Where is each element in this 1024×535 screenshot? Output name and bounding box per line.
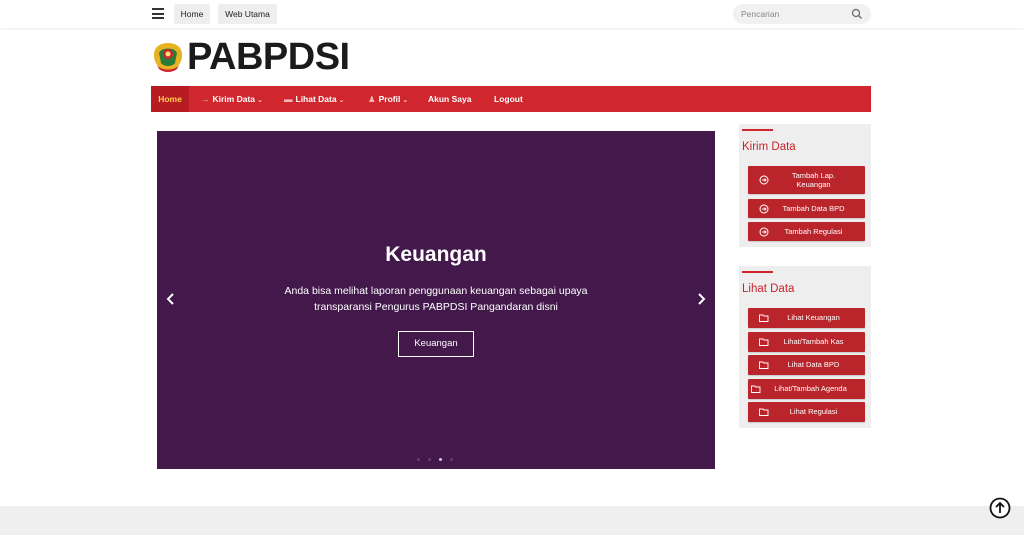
folder-open-icon	[759, 338, 769, 346]
nav-item-kirim-data[interactable]: → Kirim Data ⌄	[201, 86, 263, 112]
lihat-regulasi-button[interactable]: Lihat Regulasi	[748, 402, 865, 422]
button-label: Keuangan	[796, 180, 831, 189]
search-input[interactable]	[741, 7, 851, 21]
scroll-to-top-icon[interactable]	[989, 497, 1011, 519]
folder-icon: ▬	[284, 94, 293, 104]
chevron-left-icon[interactable]	[163, 291, 179, 307]
button-label: Lihat/Tambah Agenda	[774, 384, 847, 393]
panel-accent-bar	[742, 129, 773, 131]
nav-item-label: Profil	[378, 94, 401, 104]
lihat-tambah-kas-button[interactable]: Lihat/Tambah Kas	[748, 332, 865, 352]
nav-item-label: Akun Saya	[428, 94, 472, 104]
carousel-dot[interactable]	[428, 458, 431, 461]
panel-title: Lihat Data	[742, 283, 795, 295]
folder-open-icon	[759, 408, 769, 416]
nav-item-logout[interactable]: Logout	[494, 86, 523, 112]
chevron-down-icon: ⌄	[257, 97, 263, 104]
slide-description: Anda bisa melihat laporan penggunaan keu…	[261, 283, 611, 315]
main-navigation: Home → Kirim Data ⌄ ▬ Lihat Data ⌄ ♟ Profil ⌄ …	[151, 86, 871, 112]
lihat-data-bpd-button[interactable]: Lihat Data BPD	[748, 355, 865, 375]
tambah-regulasi-button[interactable]: Tambah Regulasi	[748, 222, 865, 241]
top-web-utama-link[interactable]: Web Utama	[218, 4, 277, 24]
chevron-down-icon: ⌄	[338, 97, 345, 104]
search-icon[interactable]	[851, 8, 863, 20]
search-box	[733, 4, 871, 24]
folder-open-icon	[759, 361, 769, 369]
panel-accent-bar	[742, 271, 773, 273]
kirim-data-panel: Kirim Data Tambah Lap. Keuangan Tambah D…	[739, 124, 871, 247]
chevron-right-icon[interactable]	[693, 291, 709, 307]
panel-title: Kirim Data	[742, 141, 796, 153]
nav-item-label: Lihat Data	[295, 94, 337, 104]
slide-title: Keuangan	[385, 243, 487, 266]
nav-item-lihat-data[interactable]: ▬ Lihat Data ⌄	[284, 86, 344, 112]
hero-carousel: Keuangan Anda bisa melihat laporan pengg…	[157, 131, 715, 469]
user-icon: ♟	[368, 94, 376, 104]
tambah-data-bpd-button[interactable]: Tambah Data BPD	[748, 199, 865, 218]
button-label: Tambah Lap.	[791, 171, 836, 180]
carousel-dot[interactable]	[450, 458, 453, 461]
nav-item-profil[interactable]: ♟ Profil ⌄	[368, 86, 408, 112]
top-bar: Home Web Utama	[0, 0, 1024, 28]
hamburger-menu-icon[interactable]	[152, 8, 164, 19]
footer-band	[0, 506, 1024, 535]
chevron-down-icon: ⌄	[402, 97, 409, 104]
top-home-link[interactable]: Home	[174, 4, 210, 24]
folder-open-icon	[759, 314, 769, 322]
circle-arrow-right-icon	[759, 204, 769, 213]
circle-arrow-right-icon	[759, 227, 769, 236]
lihat-keuangan-button[interactable]: Lihat Keuangan	[748, 308, 865, 328]
nav-item-label: Home	[158, 94, 182, 104]
folder-open-icon	[751, 385, 761, 393]
arrow-right-icon: →	[201, 94, 210, 104]
tambah-lap-keuangan-button[interactable]: Tambah Lap. Keuangan	[748, 166, 865, 194]
nav-item-home[interactable]: Home	[151, 86, 189, 112]
carousel-dot[interactable]	[439, 458, 442, 461]
circle-arrow-right-icon	[759, 175, 769, 185]
slide-description-line: Anda bisa melihat laporan penggunaan keu…	[284, 285, 588, 297]
carousel-indicators	[417, 458, 457, 462]
nav-item-label: Logout	[494, 94, 523, 104]
slide-description-line: transparansi Pengurus PABPDSI Pangandara…	[314, 301, 558, 313]
lihat-tambah-agenda-button[interactable]: Lihat/Tambah Agenda	[748, 379, 865, 399]
nav-item-akun-saya[interactable]: Akun Saya	[428, 86, 471, 112]
slide-cta-button[interactable]: Keuangan	[398, 331, 474, 357]
logo-emblem-icon[interactable]	[151, 41, 185, 73]
nav-item-label: Kirim Data	[212, 94, 256, 104]
carousel-dot[interactable]	[417, 458, 420, 461]
lihat-data-panel: Lihat Data Lihat Keuangan Lihat/Tambah K…	[739, 266, 871, 428]
site-logo-text[interactable]: PABPDSI	[187, 36, 350, 78]
